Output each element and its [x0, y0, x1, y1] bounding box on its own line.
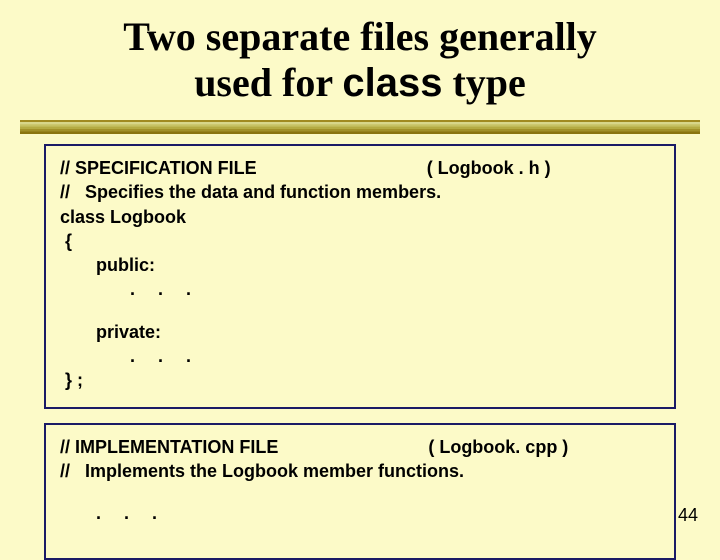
title-underline — [20, 120, 700, 134]
impl-label: // IMPLEMENTATION FILE — [60, 435, 278, 459]
brace-open: { — [60, 229, 660, 253]
content-area: // SPECIFICATION FILE ( Logbook . h ) //… — [0, 134, 720, 560]
title-line2-class: class — [342, 61, 442, 105]
class-declaration: class Logbook — [60, 205, 660, 229]
slide-title-area: Two separate files generally used for cl… — [0, 0, 720, 114]
private-ellipsis: . . . — [60, 344, 660, 368]
slide-title: Two separate files generally used for cl… — [0, 14, 720, 106]
page-number: 44 — [678, 505, 698, 526]
spacer — [60, 526, 660, 544]
public-ellipsis: . . . — [60, 277, 660, 301]
title-line2-a: used for — [194, 60, 342, 105]
implementation-file-box: // IMPLEMENTATION FILE ( Logbook. cpp ) … — [44, 423, 676, 560]
impl-header-row: // IMPLEMENTATION FILE ( Logbook. cpp ) — [60, 435, 660, 459]
public-keyword: public: — [60, 253, 660, 277]
title-line1: Two separate files generally — [123, 14, 597, 59]
impl-ellipsis: . . . — [60, 501, 660, 525]
brace-close: } ; — [60, 368, 660, 392]
spec-filename: ( Logbook . h ) — [427, 156, 551, 180]
spec-description: // Specifies the data and function membe… — [60, 180, 660, 204]
specification-file-box: // SPECIFICATION FILE ( Logbook . h ) //… — [44, 144, 676, 409]
spacer — [60, 483, 660, 501]
spacer — [60, 302, 660, 320]
spec-label: // SPECIFICATION FILE — [60, 156, 257, 180]
title-line2-c: type — [442, 60, 525, 105]
spec-header-row: // SPECIFICATION FILE ( Logbook . h ) — [60, 156, 660, 180]
impl-filename: ( Logbook. cpp ) — [428, 435, 568, 459]
impl-description: // Implements the Logbook member functio… — [60, 459, 660, 483]
private-keyword: private: — [60, 320, 660, 344]
